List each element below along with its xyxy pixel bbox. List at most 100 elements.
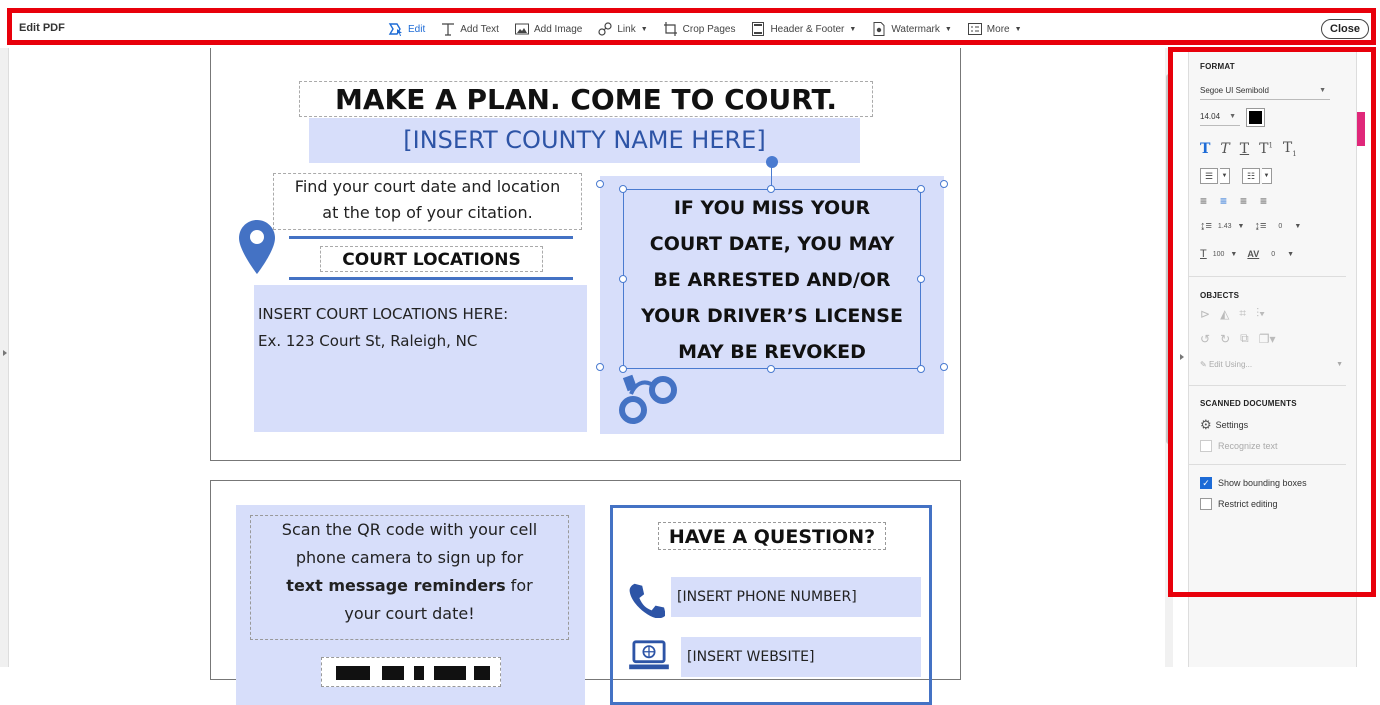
font-color-picker[interactable] [1246,108,1265,127]
question-title[interactable]: HAVE A QUESTION? [658,522,886,550]
settings-button[interactable]: ⚙ Settings [1200,417,1248,433]
qr-code-image[interactable] [321,657,501,687]
underline-text-icon[interactable]: T [1240,141,1249,157]
chevron-down-icon[interactable]: ▼ [1287,251,1294,258]
chevron-down-icon[interactable]: ▼ [1294,223,1301,230]
court-locations-box[interactable]: INSERT COURT LOCATIONS HERE: Ex. 123 Cou… [254,285,587,432]
left-panel-toggle[interactable] [0,48,9,667]
format-panel: FORMAT Segoe UI Semibold ▼ 14.04 ▼ T T T T… [1188,48,1356,667]
right-tool-rail [1356,48,1380,667]
font-color-swatch [1249,111,1262,124]
resize-handle-outer-tr[interactable] [940,180,948,188]
rotate-right-icon[interactable]: ↻ [1220,332,1230,346]
flip-horizontal-icon[interactable]: ⊳ [1200,307,1210,321]
objects-section-title: OBJECTS [1200,291,1240,300]
rotate-left-icon[interactable]: ↺ [1200,332,1210,346]
replace-image-icon[interactable]: ⧉ [1240,331,1249,346]
resize-handle-outer-tl[interactable] [596,180,604,188]
rail-scroll-indicator[interactable] [1357,112,1365,146]
panel-divider [1189,276,1346,277]
toolbar-highlight [7,8,1376,45]
horizontal-scale-value[interactable]: 100 [1213,251,1225,258]
resize-handle-tl[interactable] [619,185,627,193]
county-name-text[interactable]: [INSERT COUNTY NAME HERE] [309,118,860,163]
paragraph-spacing-value[interactable]: 0 [1278,223,1282,230]
warning-line-2: COURT DATE, YOU MAY [649,233,895,255]
resize-handle-ml[interactable] [619,275,627,283]
flip-vertical-icon[interactable]: ◭ [1220,307,1229,321]
headline-text[interactable]: MAKE A PLAN. COME TO COURT. [299,81,873,117]
resize-handle-tr[interactable] [917,185,925,193]
show-bounding-boxes-option[interactable]: ✓ Show bounding boxes [1200,477,1307,489]
bullet-list-dropdown-icon[interactable]: ▼ [1220,168,1230,184]
qr-line-1: Scan the QR code with your cell [281,520,538,539]
font-family-dropdown[interactable]: Segoe UI Semibold ▼ [1200,82,1330,100]
find-court-text-box[interactable]: Find your court date and location at the… [273,173,582,230]
font-size-dropdown[interactable]: 14.04 ▼ [1200,108,1240,126]
gear-icon: ⚙ [1200,417,1212,432]
rotation-handle[interactable] [766,156,778,168]
arrange-objects-icon[interactable]: ⫶▾ [1256,306,1265,321]
line-spacing-value[interactable]: 1.43 [1218,223,1232,230]
website-field[interactable]: [INSERT WEBSITE] [681,637,921,677]
subscript-icon[interactable]: T1 [1283,140,1297,158]
settings-label: Settings [1215,420,1249,430]
resize-handle-tm[interactable] [767,185,775,193]
qr-instructions-text-box[interactable]: Scan the QR code with your cell phone ca… [250,515,569,640]
pdf-page-1: MAKE A PLAN. COME TO COURT. [INSERT COUN… [210,48,961,461]
pdf-page-2: Scan the QR code with your cell phone ca… [210,480,961,705]
divider-line-bottom [289,277,573,280]
bullet-list-icon[interactable]: ☰ [1200,168,1218,184]
text-style-row: T T T T1 T1 [1200,140,1297,158]
superscript-icon[interactable]: T1 [1259,141,1273,157]
warning-text-box[interactable]: IF YOU MISS YOUR COURT DATE, YOU MAY BE … [623,189,921,369]
numbered-list-icon[interactable]: ☷ [1242,168,1260,184]
qr-line-3-rest: for [505,576,533,595]
scaling-row: T 100 ▼ AV 0 ▼ [1200,248,1294,260]
show-bounding-boxes-label: Show bounding boxes [1218,478,1307,488]
question-box: HAVE A QUESTION? [INSERT PHONE NUMBER] [… [610,505,932,705]
recognize-text-option[interactable]: Recognize text [1200,440,1278,452]
resize-handle-outer-mr[interactable] [940,363,948,371]
panel-divider [1189,385,1346,386]
restrict-editing-checkbox[interactable] [1200,498,1212,510]
bold-text-icon[interactable]: T [1200,141,1210,157]
align-left-icon[interactable]: ≡ [1200,194,1207,208]
find-line-1: Find your court date and location [294,177,561,196]
computer-web-icon [629,640,669,670]
chevron-down-icon[interactable]: ▼ [1238,223,1245,230]
show-bounding-boxes-checkbox[interactable]: ✓ [1200,477,1212,489]
resize-handle-bm[interactable] [767,365,775,373]
document-scrollbar[interactable] [1165,48,1173,667]
objects-row-1: ⊳ ◭ ⌗ ⫶▾ [1200,306,1265,321]
collapse-panel-arrow-icon[interactable] [1180,354,1184,360]
chevron-down-icon[interactable]: ▼ [1230,251,1237,258]
align-justify-icon[interactable]: ≡ [1260,194,1267,208]
font-size-value: 14.04 [1200,112,1221,121]
align-center-icon[interactable]: ≡ [1220,194,1227,208]
horizontal-scale-icon: T [1200,248,1207,260]
warning-line-3: BE ARRESTED AND/OR [653,269,891,291]
resize-handle-br[interactable] [917,365,925,373]
phone-number-field[interactable]: [INSERT PHONE NUMBER] [671,577,921,617]
italic-text-icon[interactable]: T [1220,141,1229,157]
resize-handle-mr[interactable] [917,275,925,283]
warning-line-4: YOUR DRIVER’S LICENSE [641,305,903,327]
character-spacing-value[interactable]: 0 [1271,251,1275,258]
crop-object-icon[interactable]: ⌗ [1239,306,1246,321]
qr-line-3: text message reminders for [251,572,568,600]
spacing-row: ↨≡ 1.43 ▼ ↨≡ 0 ▼ [1200,220,1301,232]
court-locations-title[interactable]: COURT LOCATIONS [320,246,543,272]
resize-handle-outer-ml[interactable] [596,363,604,371]
recognize-text-checkbox[interactable] [1200,440,1212,452]
pencil-icon: ✎ [1200,360,1207,369]
restrict-editing-option[interactable]: Restrict editing [1200,498,1278,510]
locations-line-2: Ex. 123 Court St, Raleigh, NC [258,332,478,350]
align-right-icon[interactable]: ≡ [1240,194,1247,208]
scrollbar-thumb[interactable] [1166,74,1172,444]
edit-using-dropdown[interactable]: ✎ Edit Using... ▼ [1200,357,1343,373]
group-objects-icon[interactable]: ❐▾ [1259,332,1276,346]
numbered-list-dropdown-icon[interactable]: ▼ [1262,168,1272,184]
warning-line-1: IF YOU MISS YOUR [673,197,871,219]
chevron-down-icon: ▼ [1229,113,1236,120]
